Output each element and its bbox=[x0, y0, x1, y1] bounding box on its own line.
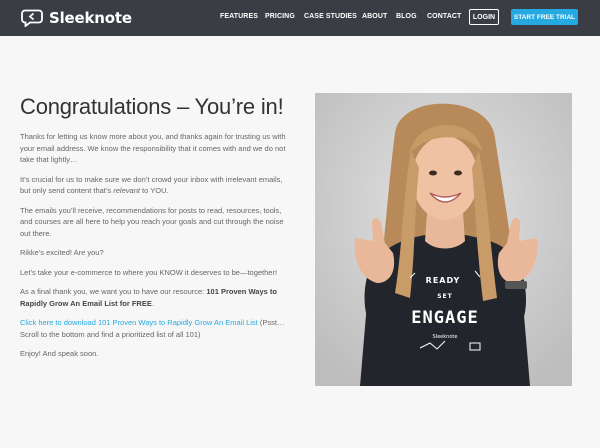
paragraph-resource-end: . bbox=[151, 298, 154, 308]
nav-item-pricing[interactable]: PRICING bbox=[265, 13, 295, 20]
nav-item-blog[interactable]: BLOG bbox=[396, 13, 417, 20]
shirt-text-set: SET bbox=[437, 293, 453, 300]
paragraph-resource-text: As a final thank you, we want you to hav… bbox=[20, 287, 207, 296]
paragraph-signoff: Enjoy! And speak soon. bbox=[20, 349, 99, 358]
nav-item-case-studies[interactable]: CASE STUDIES bbox=[304, 13, 357, 20]
paragraph-excited: Rikke’s excited! Are you? bbox=[20, 248, 104, 257]
page-title: Congratulations – You’re in! bbox=[20, 94, 284, 119]
shirt-text-ready: READY bbox=[426, 276, 461, 285]
start-free-trial-button[interactable]: START FREE TRIAL bbox=[511, 9, 578, 25]
nav-item-features[interactable]: FEATURES bbox=[220, 13, 258, 20]
paragraph-relevance: It’s crucial for us to make sure we don’… bbox=[20, 174, 290, 197]
top-navigation-bar: Sleeknote FEATURES PRICING CASE STUDIES … bbox=[0, 0, 600, 36]
thank-you-copy: Thanks for letting us know more about yo… bbox=[20, 131, 290, 368]
shirt-text-brand: Sleeknote bbox=[433, 334, 458, 340]
paragraph-together: Let’s take your e-commerce to where you … bbox=[20, 267, 278, 277]
download-link[interactable]: Click here to download 101 Proven Ways t… bbox=[20, 318, 258, 327]
nav-item-about[interactable]: ABOUT bbox=[362, 13, 387, 20]
shirt-text-engage: ENGAGE bbox=[411, 308, 478, 328]
rikke-thumbs-up-photo: READY SET ENGAGE Sleeknote bbox=[315, 93, 572, 386]
photo-illustration: READY SET ENGAGE Sleeknote bbox=[315, 93, 572, 386]
paragraph-emails: The emails you’ll receive, recommendatio… bbox=[20, 205, 284, 238]
paragraph-intro: Thanks for letting us know more about yo… bbox=[20, 132, 286, 164]
login-button[interactable]: LOGIN bbox=[469, 9, 499, 25]
nav-item-contact[interactable]: CONTACT bbox=[427, 13, 461, 20]
paragraph-relevance-end: to YOU. bbox=[139, 186, 169, 195]
relevant-emphasis: relevant bbox=[113, 186, 140, 195]
paragraph-resource: As a final thank you, we want you to hav… bbox=[20, 286, 290, 309]
paragraph-download: Click here to download 101 Proven Ways t… bbox=[20, 317, 290, 340]
main-nav: FEATURES PRICING CASE STUDIES ABOUT BLOG… bbox=[0, 0, 600, 36]
